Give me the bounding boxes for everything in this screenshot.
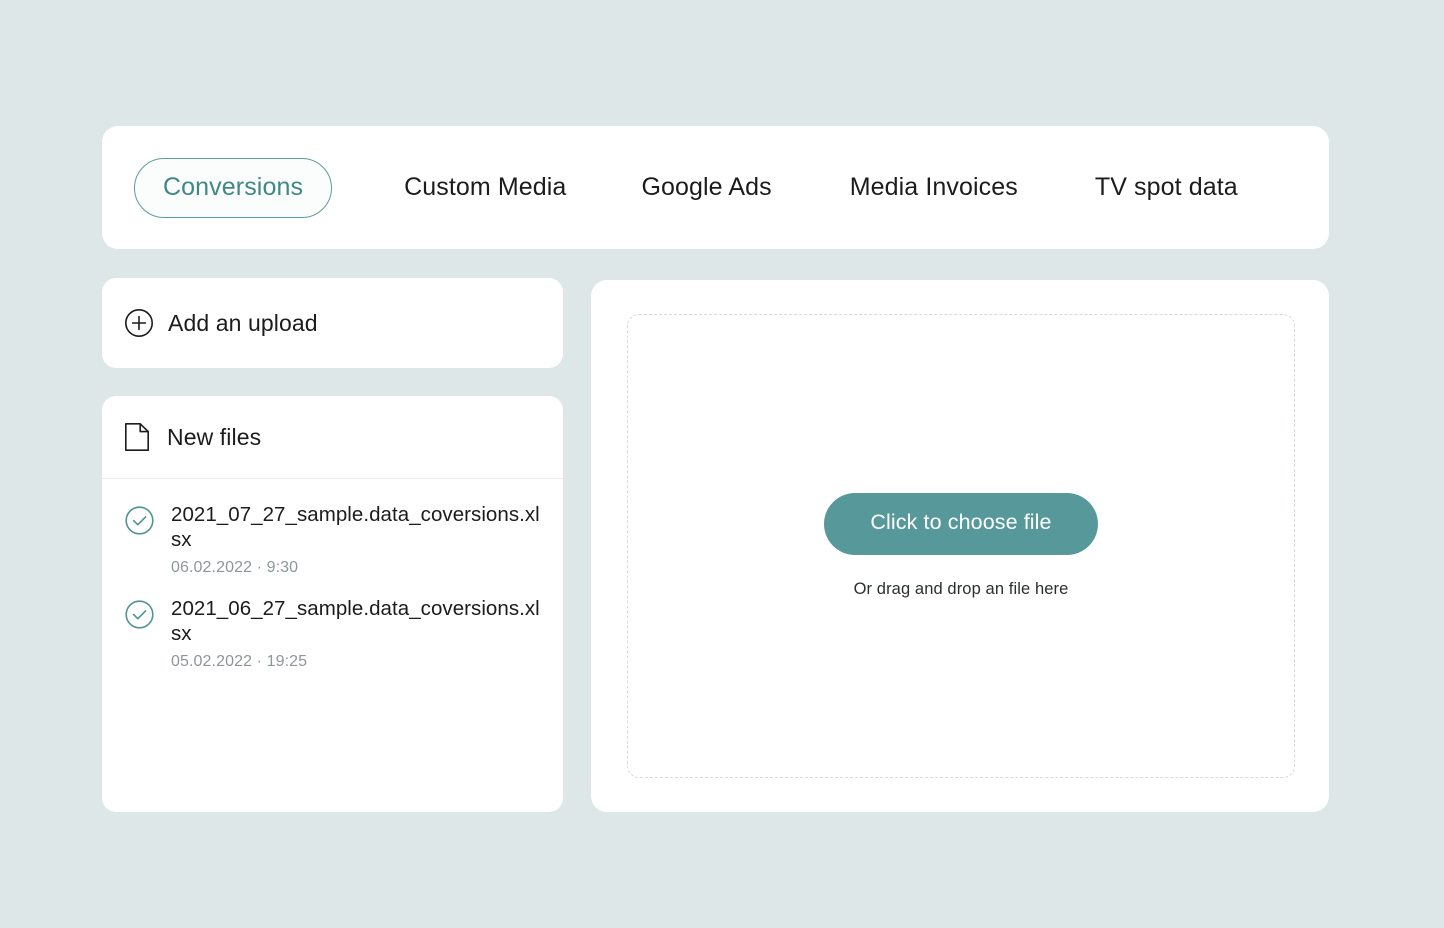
tab-tv-spot-data-label: TV spot data bbox=[1094, 173, 1238, 201]
tab-tv-spot-data[interactable]: TV spot data bbox=[1095, 175, 1238, 200]
file-list-item[interactable]: 2021_06_27_sample.data_coversions.xlsx 0… bbox=[102, 588, 563, 682]
tab-bar: Conversions Custom Media Google Ads Medi… bbox=[102, 126, 1329, 249]
file-name: 2021_07_27_sample.data_coversions.xlsx bbox=[171, 503, 540, 551]
tab-conversions-label: Conversions bbox=[163, 172, 304, 201]
tab-conversions[interactable]: Conversions bbox=[134, 157, 333, 218]
new-files-panel: New files 2021_07_27_sample.data_coversi… bbox=[102, 396, 563, 812]
dropzone-hint: Or drag and drop an file here bbox=[853, 579, 1069, 598]
check-circle-icon bbox=[124, 599, 155, 630]
new-files-list: 2021_07_27_sample.data_coversions.xlsx 0… bbox=[102, 479, 563, 682]
plus-circle-icon bbox=[124, 308, 154, 338]
file-timestamp: 05.02.2022 · 19:25 bbox=[171, 653, 308, 670]
document-icon bbox=[124, 422, 150, 452]
add-upload-button[interactable]: Add an upload bbox=[102, 278, 563, 368]
file-dropzone[interactable]: Click to choose file Or drag and drop an… bbox=[627, 314, 1295, 778]
file-timestamp: 06.02.2022 · 9:30 bbox=[171, 559, 299, 576]
upload-panel: Click to choose file Or drag and drop an… bbox=[591, 280, 1329, 812]
choose-file-button[interactable]: Click to choose file bbox=[824, 493, 1098, 555]
check-circle-icon bbox=[124, 505, 155, 536]
new-files-title: New files bbox=[167, 423, 262, 450]
file-name: 2021_06_27_sample.data_coversions.xlsx bbox=[171, 597, 540, 645]
add-upload-label: Add an upload bbox=[168, 309, 318, 336]
file-item-text: 2021_07_27_sample.data_coversions.xlsx 0… bbox=[171, 502, 543, 578]
tab-media-invoices-label: Media Invoices bbox=[849, 173, 1018, 201]
file-item-text: 2021_06_27_sample.data_coversions.xlsx 0… bbox=[171, 596, 543, 672]
tab-google-ads-label: Google Ads bbox=[641, 173, 772, 201]
tab-media-invoices[interactable]: Media Invoices bbox=[850, 175, 1018, 200]
file-list-item[interactable]: 2021_07_27_sample.data_coversions.xlsx 0… bbox=[102, 494, 563, 588]
app-root: Conversions Custom Media Google Ads Medi… bbox=[0, 0, 1444, 928]
tab-custom-media[interactable]: Custom Media bbox=[404, 175, 566, 200]
tab-custom-media-label: Custom Media bbox=[404, 173, 567, 201]
tab-google-ads[interactable]: Google Ads bbox=[641, 175, 771, 200]
new-files-header: New files bbox=[102, 396, 563, 479]
